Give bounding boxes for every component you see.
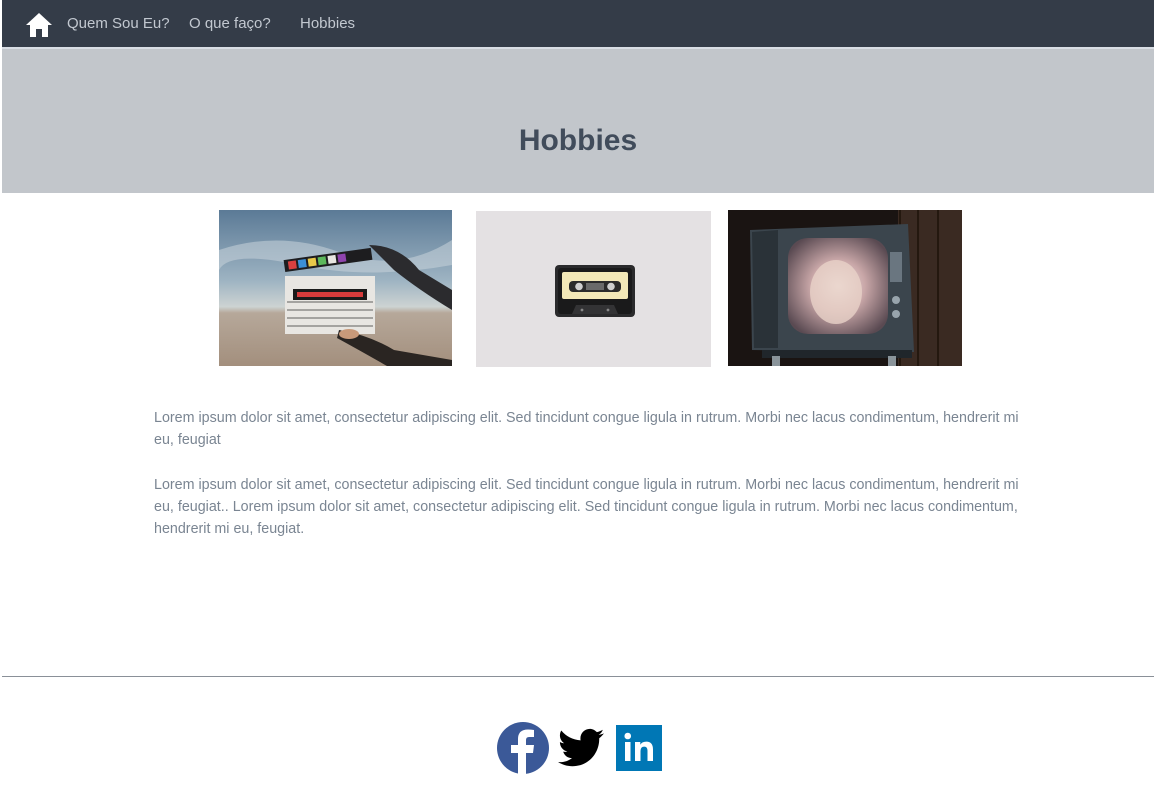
cassette-tape-photo [476,211,711,367]
content-paragraph-1: Lorem ipsum dolor sit amet, consectetur … [154,410,1019,448]
linkedin-icon[interactable] [616,725,662,771]
twitter-icon[interactable] [558,727,604,769]
content-paragraph-2: Lorem ipsum dolor sit amet, consectetur … [154,477,1019,537]
nav-link-o-que-faco[interactable]: O que faço? [189,15,271,32]
page-title: Hobbies [518,124,638,157]
home-icon[interactable] [25,11,53,39]
nav-link-quem-sou-eu[interactable]: Quem Sou Eu? [67,15,170,32]
retro-tv-photo [728,210,962,366]
top-navbar: Quem Sou Eu? O que faço? Hobbies [2,0,1154,49]
nav-link-hobbies[interactable]: Hobbies [300,15,355,32]
clapperboard-photo [219,210,452,366]
page-banner: Hobbies [2,49,1154,193]
facebook-icon[interactable] [497,722,549,774]
footer-divider [2,676,1154,677]
